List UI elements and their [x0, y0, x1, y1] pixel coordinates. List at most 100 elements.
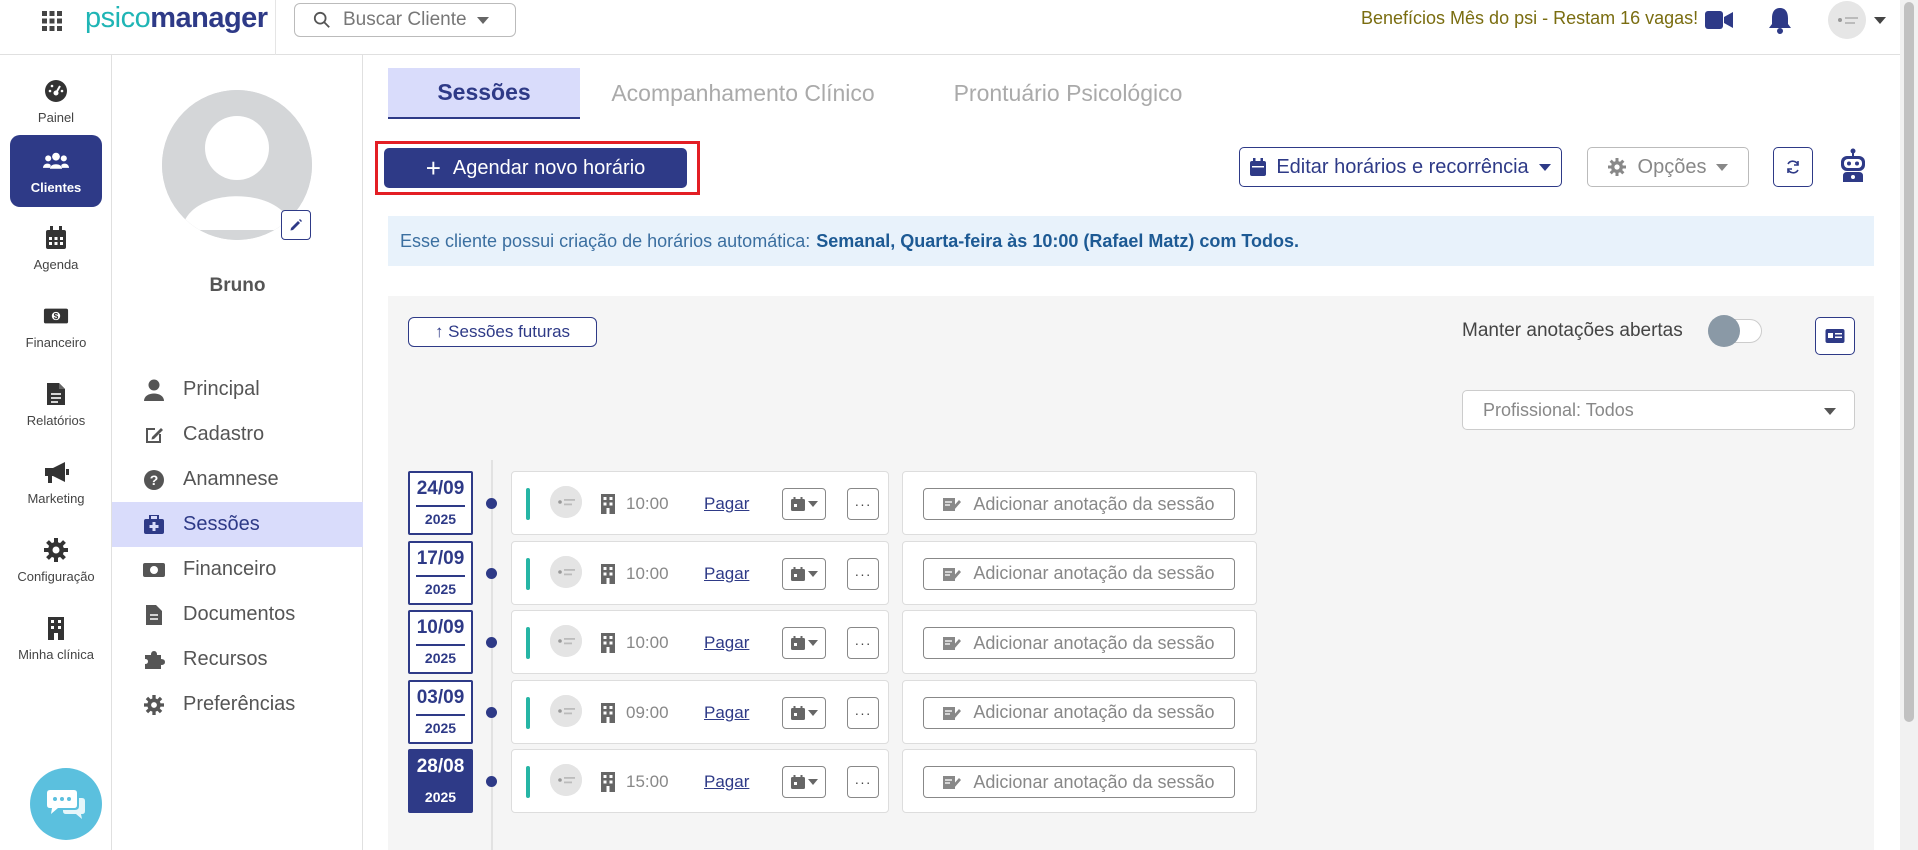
edit-photo-button[interactable] [281, 210, 311, 240]
document-icon [43, 381, 69, 407]
account-menu-caret-icon[interactable] [1874, 17, 1886, 24]
session-card[interactable]: 10:00 Pagar ··· [511, 471, 889, 535]
add-note-button[interactable]: Adicionar anotação da sessão [923, 766, 1235, 798]
client-menu-documentos[interactable]: Documentos [112, 592, 363, 637]
more-options-button[interactable]: ··· [847, 557, 879, 590]
more-options-button[interactable]: ··· [847, 627, 879, 659]
client-menu-recursos[interactable]: Recursos [112, 637, 363, 682]
more-options-button[interactable]: ··· [847, 696, 879, 729]
nav-item-clientes[interactable]: Clientes [10, 135, 102, 207]
logo-part-manager: manager [150, 2, 268, 34]
session-date-badge: 10/09 2025 [408, 610, 473, 674]
nav-item-painel[interactable]: Painel [10, 65, 102, 137]
page-scrollbar[interactable] [1900, 0, 1918, 850]
status-bar [526, 627, 530, 659]
search-icon [313, 11, 330, 28]
nav-item-agenda[interactable]: Agenda [10, 212, 102, 284]
chevron-down-icon [807, 570, 818, 577]
client-search[interactable]: Buscar Cliente [294, 3, 516, 37]
session-note-card: Adicionar anotação da sessão [902, 610, 1257, 674]
apps-grid-icon[interactable] [40, 9, 64, 33]
session-time: 09:00 [626, 702, 669, 722]
session-status-dropdown[interactable] [782, 488, 826, 520]
scrollbar-thumb[interactable] [1904, 2, 1914, 722]
timeline-dot [486, 498, 497, 509]
user-icon [143, 379, 165, 401]
app-logo[interactable]: psicomanager [85, 2, 268, 35]
chat-support-icon[interactable] [30, 768, 102, 840]
client-menu-label: Anamnese [183, 468, 279, 490]
professional-filter-select[interactable]: Profissional: Todos [1462, 390, 1855, 430]
nav-item-relatorios[interactable]: Relatórios [10, 368, 102, 440]
nav-item-configuracao[interactable]: Configuração [10, 524, 102, 596]
client-sidebar: Bruno Principal Cadastro ? Anamnese Sess… [112, 55, 363, 850]
session-year: 2025 [416, 505, 465, 531]
tab-acompanhamento-clinico[interactable]: Acompanhamento Clínico [598, 68, 888, 119]
pay-link[interactable]: Pagar [704, 772, 749, 792]
notes-view-button[interactable] [1815, 317, 1855, 355]
session-status-dropdown[interactable] [782, 766, 826, 798]
session-date: 24/09 [416, 478, 465, 499]
video-camera-icon[interactable] [1705, 10, 1733, 30]
future-sessions-button[interactable]: ↑ Sessões futuras [408, 317, 597, 347]
client-menu-preferencias[interactable]: Preferências [112, 682, 363, 727]
refresh-button[interactable] [1773, 147, 1813, 187]
robot-assistant-icon[interactable] [1838, 148, 1868, 182]
nav-label: Agenda [33, 256, 79, 272]
session-time: 10:00 [626, 633, 669, 652]
bell-icon[interactable] [1768, 6, 1792, 34]
client-menu-principal[interactable]: Principal [112, 367, 363, 412]
session-year: 2025 [416, 644, 465, 670]
sessions-panel: ↑ Sessões futuras Manter anotações abert… [388, 296, 1874, 850]
session-card[interactable]: 10:00 Pagar ··· [511, 540, 889, 605]
tab-sessoes[interactable]: Sessões [388, 68, 580, 119]
pay-link[interactable]: Pagar [704, 703, 749, 723]
more-options-button[interactable]: ··· [847, 488, 879, 520]
user-avatar[interactable] [1828, 1, 1866, 39]
add-note-label: Adicionar anotação da sessão [973, 702, 1215, 722]
keep-notes-open-toggle[interactable] [1708, 315, 1762, 347]
client-menu-sessoes[interactable]: Sessões [112, 502, 363, 547]
new-schedule-button[interactable]: + Agendar novo horário [384, 148, 687, 188]
add-note-label: Adicionar anotação da sessão [973, 563, 1215, 583]
nav-item-financeiro[interactable]: $ Financeiro [10, 290, 102, 362]
nav-item-marketing[interactable]: Marketing [10, 446, 102, 518]
note-edit-icon [943, 706, 962, 720]
add-note-button[interactable]: Adicionar anotação da sessão [923, 557, 1235, 590]
session-row: 28/08 2025 15:00 Pagar ··· Adicionar ano… [388, 749, 1288, 813]
session-status-dropdown[interactable] [782, 557, 826, 590]
edit-schedules-button[interactable]: Editar horários e recorrência [1239, 147, 1562, 187]
money-icon [143, 559, 165, 581]
calendar-check-icon [790, 775, 805, 789]
add-note-button[interactable]: Adicionar anotação da sessão [923, 488, 1235, 520]
session-status-dropdown[interactable] [782, 696, 826, 729]
add-note-button[interactable]: Adicionar anotação da sessão [923, 696, 1235, 729]
client-menu-financeiro[interactable]: Financeiro [112, 547, 363, 592]
client-menu-anamnese[interactable]: ? Anamnese [112, 457, 363, 502]
session-card[interactable]: 09:00 Pagar ··· [511, 679, 889, 744]
pay-link[interactable]: Pagar [704, 564, 749, 584]
more-options-button[interactable]: ··· [847, 766, 879, 798]
file-icon [143, 604, 165, 626]
session-status-dropdown[interactable] [782, 627, 826, 659]
timeline-dot [486, 776, 497, 787]
add-note-button[interactable]: Adicionar anotação da sessão [923, 627, 1235, 659]
client-menu-label: Principal [183, 378, 260, 400]
session-row: 10/09 2025 10:00 Pagar ··· Adicionar ano… [388, 610, 1288, 674]
client-menu-cadastro[interactable]: Cadastro [112, 412, 363, 457]
options-button[interactable]: Opções [1587, 147, 1749, 187]
calendar-icon [1250, 158, 1267, 176]
session-card[interactable]: 10:00 Pagar ··· [511, 610, 889, 674]
session-card[interactable]: 15:00 Pagar ··· [511, 749, 889, 813]
keep-notes-open-label: Manter anotações abertas [1462, 320, 1683, 341]
promo-link[interactable]: Benefícios Mês do psi - Restam 16 vagas! [1361, 8, 1698, 29]
pay-link[interactable]: Pagar [704, 633, 749, 653]
calendar-icon [43, 225, 69, 251]
pay-link[interactable]: Pagar [704, 494, 749, 514]
gear-icon [43, 537, 69, 563]
session-date-badge: 28/08 2025 [408, 749, 473, 813]
tab-prontuario-psicologico[interactable]: Prontuário Psicológico [936, 68, 1200, 119]
building-icon [600, 772, 616, 792]
nav-item-minha-clinica[interactable]: Minha clínica [10, 602, 102, 674]
chevron-down-icon [1824, 408, 1836, 415]
